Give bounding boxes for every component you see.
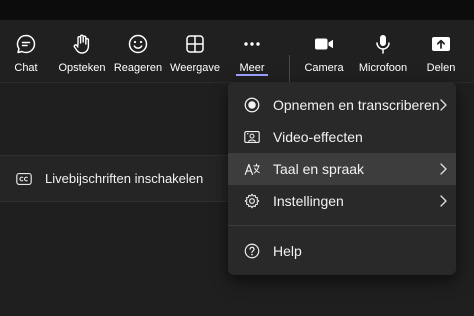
title-bar — [0, 0, 474, 20]
menu-item-video-effects[interactable]: Video-effecten — [228, 121, 456, 153]
chevron-right-icon — [440, 99, 447, 111]
cc-icon — [16, 172, 32, 185]
hand-icon — [73, 34, 90, 54]
view-label: Weergave — [170, 62, 220, 74]
more-label: Meer — [239, 62, 265, 74]
camera-icon — [315, 38, 333, 50]
react-button[interactable]: Reageren — [112, 20, 164, 82]
chat-icon — [16, 34, 36, 54]
view-button[interactable]: Weergave — [168, 20, 222, 82]
chat-button[interactable]: Chat — [6, 20, 46, 82]
more-options-menu: Opnemen en transcriberen Video-effecten … — [228, 82, 456, 275]
menu-item-settings[interactable]: Instellingen — [228, 185, 456, 217]
more-dots-icon — [244, 42, 260, 46]
video-effects-icon — [244, 131, 260, 143]
record-icon — [244, 97, 260, 113]
menu-item-label: Help — [273, 243, 302, 259]
camera-label: Camera — [304, 62, 344, 74]
menu-separator — [228, 225, 456, 226]
smiley-icon — [128, 34, 148, 54]
chevron-right-icon — [440, 163, 447, 175]
menu-item-label: Taal en spraak — [273, 161, 365, 177]
grid-icon — [186, 35, 204, 53]
camera-button[interactable]: Camera — [301, 20, 347, 82]
microphone-button[interactable]: Microfoon — [355, 20, 411, 82]
help-icon — [244, 243, 260, 259]
menu-item-language-speech[interactable]: Taal en spraak — [228, 153, 456, 185]
more-button[interactable]: Meer — [230, 20, 274, 82]
live-captions-button[interactable]: Livebijschriften inschakelen — [0, 155, 232, 202]
react-label: Reageren — [113, 62, 163, 74]
chevron-right-icon — [440, 195, 447, 207]
menu-item-label: Opnemen en transcriberen — [273, 97, 440, 113]
share-button[interactable]: Delen — [421, 20, 461, 82]
menu-item-label: Video-effecten — [273, 129, 363, 145]
menu-item-record-transcribe[interactable]: Opnemen en transcriberen — [228, 89, 456, 121]
microphone-icon — [376, 35, 390, 54]
microphone-label: Microfoon — [358, 62, 408, 74]
raise-hand-button[interactable]: Opsteken — [55, 20, 109, 82]
menu-item-help[interactable]: Help — [228, 235, 456, 267]
meeting-toolbar: Chat Opsteken Reageren Weergave Meer Cam… — [0, 20, 474, 89]
live-captions-label: Livebijschriften inschakelen — [45, 171, 204, 186]
chat-label: Chat — [14, 62, 38, 74]
share-label: Delen — [426, 62, 456, 74]
gear-icon — [244, 193, 260, 209]
raise-hand-label: Opsteken — [58, 62, 106, 74]
menu-item-label: Instellingen — [273, 193, 344, 209]
language-icon — [244, 163, 260, 175]
share-icon — [432, 37, 450, 51]
